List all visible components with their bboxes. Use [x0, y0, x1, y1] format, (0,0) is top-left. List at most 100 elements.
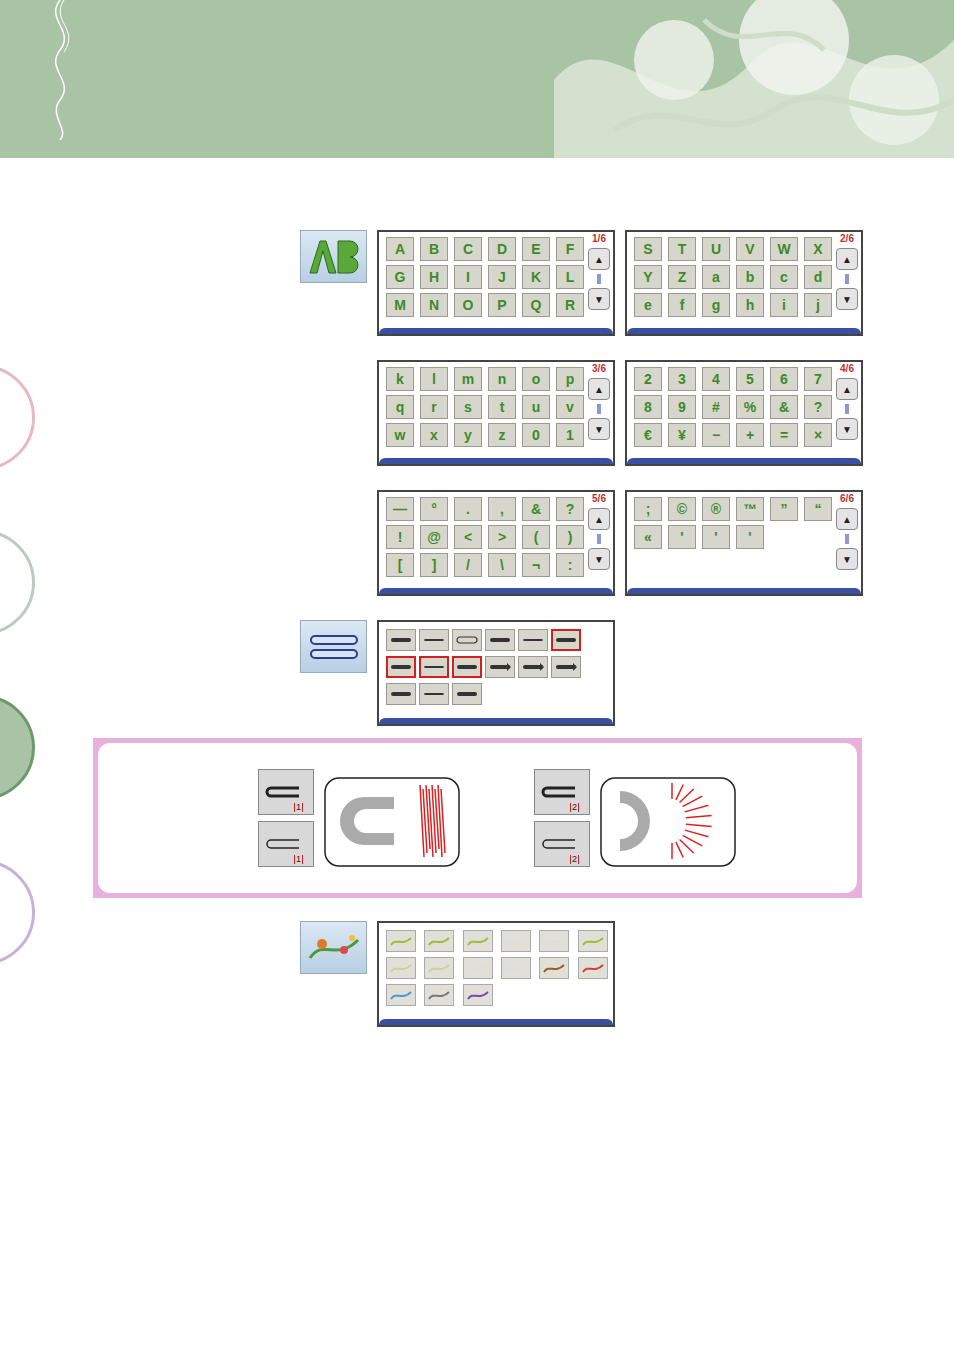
character-key[interactable]: d: [804, 265, 832, 289]
character-key[interactable]: i: [770, 293, 798, 317]
character-key[interactable]: t: [488, 395, 516, 419]
decorative-key[interactable]: [386, 930, 416, 952]
frame-key[interactable]: [452, 656, 482, 678]
character-key[interactable]: X: [804, 237, 832, 261]
character-key[interactable]: h: [736, 293, 764, 317]
character-key[interactable]: ™: [736, 497, 764, 521]
scroll-down-button[interactable]: ▼: [836, 548, 858, 570]
character-key[interactable]: H: [420, 265, 448, 289]
character-key[interactable]: m: [454, 367, 482, 391]
character-key[interactable]: +: [736, 423, 764, 447]
character-key[interactable]: c: [770, 265, 798, 289]
character-key[interactable]: 4: [702, 367, 730, 391]
character-key[interactable]: O: [454, 293, 482, 317]
character-key[interactable]: v: [556, 395, 584, 419]
character-key[interactable]: ;: [634, 497, 662, 521]
character-key[interactable]: E: [522, 237, 550, 261]
decorative-key[interactable]: [539, 930, 569, 952]
character-key[interactable]: Y: [634, 265, 662, 289]
side-tab-2[interactable]: [0, 530, 35, 635]
character-set-tile[interactable]: [300, 230, 367, 283]
character-key[interactable]: T: [668, 237, 696, 261]
scroll-up-button[interactable]: ▲: [588, 248, 610, 270]
character-key[interactable]: W: [770, 237, 798, 261]
frame-key[interactable]: [452, 683, 482, 705]
character-key[interactable]: ?: [556, 497, 584, 521]
decorative-key[interactable]: [578, 957, 608, 979]
character-key[interactable]: y: [454, 423, 482, 447]
character-key[interactable]: P: [488, 293, 516, 317]
decorative-key[interactable]: [539, 957, 569, 979]
character-key[interactable]: \: [488, 553, 516, 577]
character-key[interactable]: ¥: [668, 423, 696, 447]
character-key[interactable]: l: [420, 367, 448, 391]
character-key[interactable]: :: [556, 553, 584, 577]
frame-key[interactable]: [419, 683, 449, 705]
character-key[interactable]: !: [386, 525, 414, 549]
character-key[interactable]: @: [420, 525, 448, 549]
decorative-key[interactable]: [463, 930, 493, 952]
frame-key[interactable]: [551, 656, 581, 678]
character-key[interactable]: b: [736, 265, 764, 289]
frame-key[interactable]: [386, 656, 416, 678]
side-tab-1[interactable]: [0, 365, 35, 470]
character-key[interactable]: ©: [668, 497, 696, 521]
character-key[interactable]: ,: [488, 497, 516, 521]
character-key[interactable]: g: [702, 293, 730, 317]
side-tab-3[interactable]: [0, 695, 35, 800]
frame-key[interactable]: [518, 656, 548, 678]
scroll-up-button[interactable]: ▲: [836, 508, 858, 530]
frame-button[interactable]: 1: [258, 821, 314, 867]
character-key[interactable]: k: [386, 367, 414, 391]
character-key[interactable]: 0: [522, 423, 550, 447]
character-key[interactable]: €: [634, 423, 662, 447]
character-key[interactable]: F: [556, 237, 584, 261]
character-key[interactable]: q: [386, 395, 414, 419]
scroll-down-button[interactable]: ▼: [836, 418, 858, 440]
frame-key[interactable]: [452, 629, 482, 651]
character-key[interactable]: A: [386, 237, 414, 261]
character-key[interactable]: <: [454, 525, 482, 549]
frame-button[interactable]: 2: [534, 821, 590, 867]
decorative-key[interactable]: [424, 957, 454, 979]
character-key[interactable]: =: [770, 423, 798, 447]
character-key[interactable]: #: [702, 395, 730, 419]
character-key[interactable]: N: [420, 293, 448, 317]
character-key[interactable]: w: [386, 423, 414, 447]
character-key[interactable]: G: [386, 265, 414, 289]
scroll-up-button[interactable]: ▲: [588, 508, 610, 530]
character-key[interactable]: 6: [770, 367, 798, 391]
frame-button[interactable]: 2: [534, 769, 590, 815]
side-tab-4[interactable]: [0, 860, 35, 965]
character-key[interactable]: x: [420, 423, 448, 447]
character-key[interactable]: V: [736, 237, 764, 261]
character-key[interactable]: %: [736, 395, 764, 419]
character-key[interactable]: 3: [668, 367, 696, 391]
decorative-key[interactable]: [424, 930, 454, 952]
frame-key[interactable]: [419, 656, 449, 678]
decorative-key[interactable]: [424, 984, 454, 1006]
frame-key[interactable]: [485, 656, 515, 678]
character-key[interactable]: L: [556, 265, 584, 289]
character-key[interactable]: [: [386, 553, 414, 577]
character-key[interactable]: D: [488, 237, 516, 261]
character-key[interactable]: p: [556, 367, 584, 391]
character-key[interactable]: “: [804, 497, 832, 521]
character-key[interactable]: ': [736, 525, 764, 549]
character-key[interactable]: ': [702, 525, 730, 549]
character-key[interactable]: °: [420, 497, 448, 521]
frame-key[interactable]: [419, 629, 449, 651]
decorative-key[interactable]: [501, 957, 531, 979]
frame-button[interactable]: 1: [258, 769, 314, 815]
scroll-down-button[interactable]: ▼: [588, 548, 610, 570]
character-key[interactable]: «: [634, 525, 662, 549]
character-key[interactable]: R: [556, 293, 584, 317]
decorative-key[interactable]: [501, 930, 531, 952]
character-key[interactable]: /: [454, 553, 482, 577]
frame-key[interactable]: [551, 629, 581, 651]
frame-key[interactable]: [485, 629, 515, 651]
decorative-key[interactable]: [578, 930, 608, 952]
character-key[interactable]: ]: [420, 553, 448, 577]
character-key[interactable]: o: [522, 367, 550, 391]
character-key[interactable]: j: [804, 293, 832, 317]
